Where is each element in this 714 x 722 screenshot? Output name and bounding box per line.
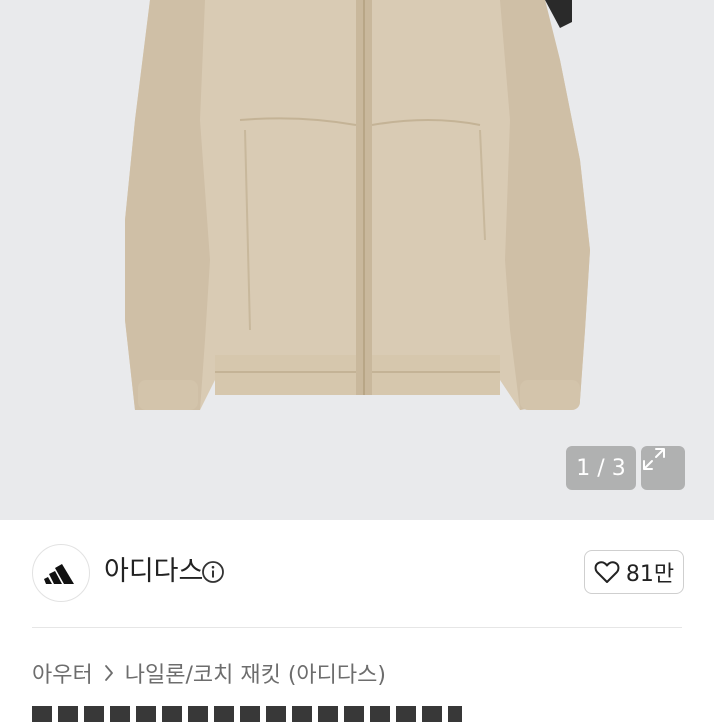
adidas-logo [44, 564, 74, 584]
info-circle-icon[interactable] [201, 560, 225, 584]
expand-icon [643, 448, 665, 470]
image-counter: 1 / 3 [566, 446, 636, 490]
breadcrumb: 아우터 나일론/코치 재킷 (아디다스) [32, 657, 386, 689]
brand-logo-button[interactable] [32, 544, 90, 602]
breadcrumb-item-outer[interactable]: 아우터 [32, 657, 93, 689]
product-image-viewer[interactable]: 1 / 3 [0, 0, 714, 520]
breadcrumb-item-category[interactable]: 나일론/코치 재킷 (아디다스) [125, 657, 386, 689]
expand-image-button[interactable] [641, 446, 685, 490]
section-divider [32, 627, 682, 628]
like-button[interactable]: 81만 [584, 550, 684, 594]
product-title-cutoff [32, 706, 462, 722]
heart-outline-icon [594, 561, 620, 583]
like-count: 81만 [625, 562, 675, 587]
product-photo [125, 0, 590, 410]
image-counter-text: 1 / 3 [576, 455, 626, 481]
chevron-right-icon [104, 665, 113, 681]
brand-name[interactable]: 아디다스 [104, 555, 203, 589]
